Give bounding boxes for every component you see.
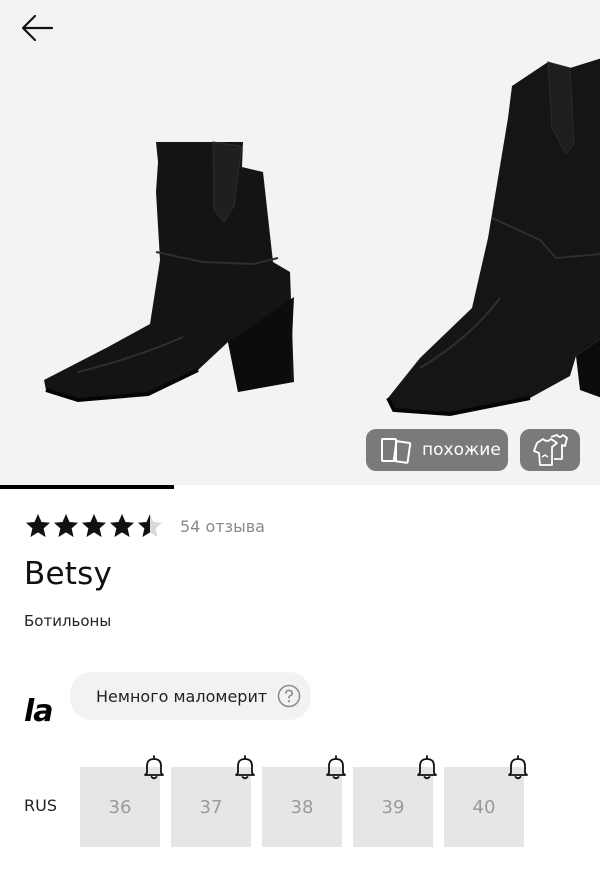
star-icon xyxy=(26,514,50,537)
gallery-progress xyxy=(0,485,600,489)
bell-icon[interactable] xyxy=(415,754,439,780)
bell-icon[interactable] xyxy=(506,754,530,780)
boot-image-side xyxy=(44,141,294,403)
back-button[interactable] xyxy=(14,8,60,48)
fit-advice-bubble: Немного маломерит xyxy=(70,672,312,720)
similar-products-button[interactable]: похожие xyxy=(366,429,508,471)
product-name: Betsy xyxy=(24,556,112,592)
star-icon xyxy=(54,514,78,537)
rating-stars xyxy=(24,512,164,540)
bell-icon[interactable] xyxy=(142,754,166,780)
outfit-button[interactable] xyxy=(520,429,580,471)
boot-image-front xyxy=(386,58,600,417)
reviews-count[interactable]: 54 отзыва xyxy=(180,517,265,536)
bell-icon[interactable] xyxy=(324,754,348,780)
wardrobe-icon xyxy=(533,434,568,466)
cards-icon xyxy=(381,438,412,464)
question-circle-icon[interactable] xyxy=(277,684,301,708)
product-image-gallery[interactable]: похожие xyxy=(0,0,600,487)
similar-label: похожие xyxy=(422,440,501,460)
star-icon xyxy=(138,514,162,537)
brand-logo: la xyxy=(24,694,54,729)
gallery-progress-fill xyxy=(0,485,174,489)
product-category: Ботильоны xyxy=(24,612,112,630)
star-icon xyxy=(110,514,134,537)
fit-advice-text: Немного маломерит xyxy=(96,686,268,706)
arrow-left-icon xyxy=(21,14,54,42)
size-system-label: RUS xyxy=(24,796,57,815)
rating-row[interactable]: 54 отзыва xyxy=(24,512,265,540)
bell-icon[interactable] xyxy=(233,754,257,780)
star-icon xyxy=(82,514,106,537)
